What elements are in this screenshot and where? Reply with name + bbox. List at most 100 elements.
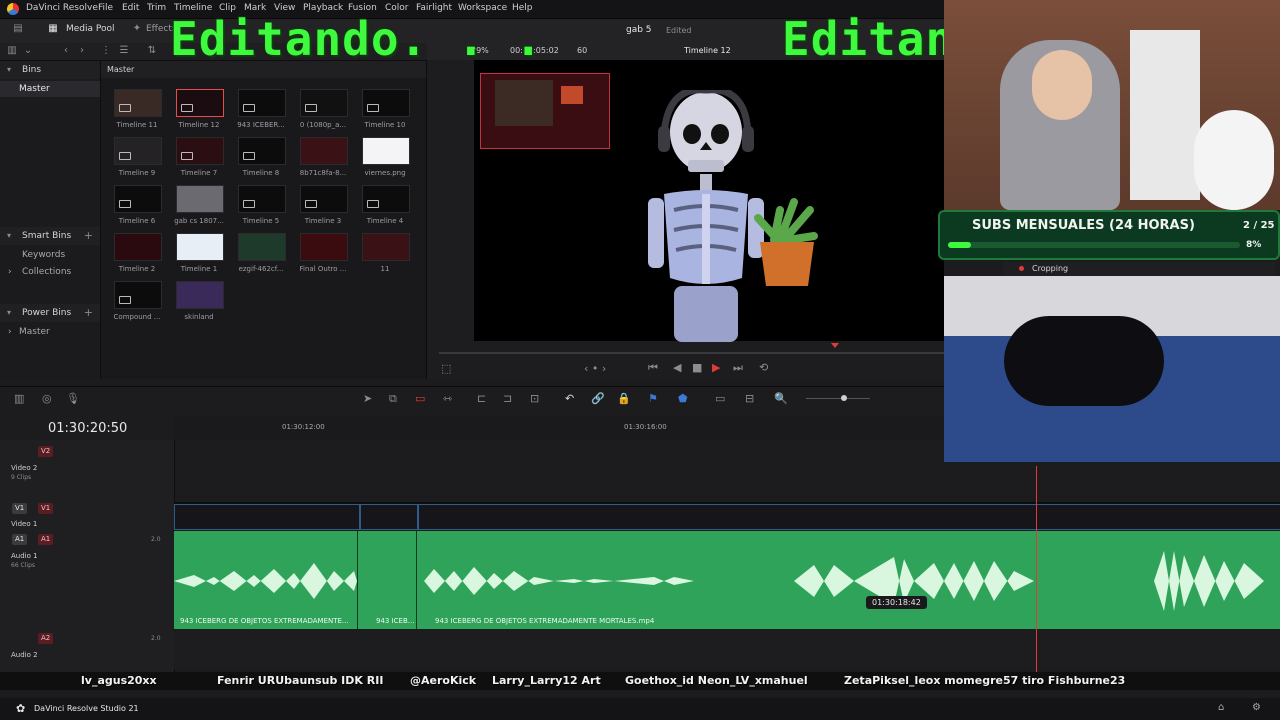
home-icon[interactable]: ⌂ — [1218, 702, 1224, 713]
clip-thumbnail[interactable] — [238, 233, 286, 261]
video-clip[interactable] — [360, 504, 418, 530]
chevron-down-icon[interactable]: ⌄ — [22, 45, 34, 57]
clip-thumbnail[interactable] — [362, 137, 410, 165]
go-to-end-icon[interactable]: ⏭ — [733, 361, 743, 375]
list-view-icon[interactable]: ☰ — [118, 45, 130, 57]
track-a2-badge[interactable]: A2 — [38, 633, 54, 644]
media-pool-clip[interactable]: Timeline 10 — [359, 89, 411, 129]
bins-header[interactable]: ▾ Bins — [0, 61, 100, 79]
clip-thumbnail[interactable] — [362, 185, 410, 213]
overwrite-clip-icon[interactable]: ⊐ — [503, 392, 512, 405]
add-power-bin-icon[interactable]: + — [84, 306, 93, 319]
layout-icon[interactable]: ▤ — [12, 23, 24, 35]
insert-clip-icon[interactable]: ⊏ — [477, 392, 486, 405]
video-clip[interactable] — [418, 504, 1280, 530]
power-bins-header[interactable]: ▾ Power Bins + — [0, 304, 100, 322]
smart-bins-header[interactable]: ▾ Smart Bins + — [0, 227, 100, 245]
track-a1-badge[interactable]: A1 — [38, 534, 54, 545]
clip-thumbnail[interactable] — [238, 89, 286, 117]
media-pool-clip[interactable]: Timeline 9 — [111, 137, 163, 177]
media-pool-clip[interactable]: Timeline 7 — [173, 137, 225, 177]
clip-thumbnail[interactable] — [114, 233, 162, 261]
taskbar-app-label[interactable]: DaVinci Resolve Studio 21 — [34, 704, 139, 713]
bin-collections-chevron-icon[interactable]: › — [8, 267, 12, 277]
track-v1-source-badge[interactable]: V1 — [12, 503, 28, 514]
clip-thumbnail[interactable] — [300, 89, 348, 117]
zoom-slider-knob[interactable] — [841, 395, 847, 401]
effects-icon[interactable]: ✦ — [131, 23, 143, 35]
media-pool-clip[interactable]: skinland — [173, 281, 225, 321]
sort-icon[interactable]: ⇅ — [146, 45, 158, 57]
menu-file[interactable]: File — [98, 3, 113, 13]
track-a1-source-badge[interactable]: A1 — [12, 534, 28, 545]
zoom-fit-icon[interactable]: ▭ — [715, 392, 725, 405]
microphone-icon[interactable]: 🎙 — [66, 392, 80, 405]
menu-edit[interactable]: Edit — [122, 3, 139, 13]
audio-mixer-icon[interactable]: ▥ — [14, 392, 24, 405]
clip-thumbnail[interactable] — [176, 137, 224, 165]
bin-collections[interactable]: Collections — [22, 267, 71, 277]
play-icon[interactable]: ▶ — [712, 361, 720, 374]
add-smart-bin-icon[interactable]: + — [84, 229, 93, 242]
media-pool-clip[interactable]: Timeline 6 — [111, 185, 163, 225]
media-pool-button[interactable]: Media Pool — [66, 24, 115, 34]
media-pool-clip[interactable]: Final Outro ... — [297, 233, 349, 273]
clip-thumbnail[interactable] — [238, 137, 286, 165]
media-pool-clip[interactable]: Timeline 5 — [235, 185, 287, 225]
snapping-icon[interactable]: ↶ — [565, 392, 574, 405]
zoom-detail-icon[interactable]: ⊟ — [745, 392, 754, 405]
clip-thumbnail[interactable] — [114, 281, 162, 309]
media-pool-clip[interactable]: 943 ICEBER... — [235, 89, 287, 129]
zoom-custom-icon[interactable]: 🔍 — [774, 392, 788, 405]
clip-thumbnail[interactable] — [176, 185, 224, 213]
clip-thumbnail[interactable] — [176, 89, 224, 117]
loop-icon[interactable]: ⟲ — [759, 361, 768, 374]
forward-icon[interactable]: › — [76, 45, 88, 57]
settings-gear-icon[interactable]: ⚙ — [1252, 702, 1261, 713]
linked-selection-icon[interactable]: 🔗 — [591, 392, 605, 405]
media-pool-clip[interactable]: 11 — [359, 233, 411, 273]
clip-thumbnail[interactable] — [114, 89, 162, 117]
trim-tool-icon[interactable]: ⧉ — [389, 392, 397, 406]
grid-view-icon[interactable]: ⋮ — [100, 45, 112, 57]
selection-tool-icon[interactable]: ➤ — [363, 392, 372, 405]
media-pool-clip[interactable]: viernes.png — [359, 137, 411, 177]
media-pool-clip[interactable]: 0 (1080p_a... — [297, 89, 349, 129]
video-preview[interactable] — [474, 60, 944, 342]
track-v1-badge[interactable]: V1 — [38, 503, 54, 514]
media-pool-clip[interactable]: 8b71c8fa-8... — [297, 137, 349, 177]
scrub-bar[interactable] — [439, 352, 944, 354]
clip-thumbnail[interactable] — [176, 281, 224, 309]
video-track-1[interactable] — [174, 502, 1280, 530]
clip-thumbnail[interactable] — [362, 89, 410, 117]
crop-tool-icon[interactable]: ⬚ — [441, 362, 451, 375]
clip-thumbnail[interactable] — [176, 233, 224, 261]
clip-thumbnail[interactable] — [114, 137, 162, 165]
bin-master-row[interactable]: Master — [0, 81, 100, 97]
panel-toggle-icon[interactable]: ▥ — [6, 45, 18, 57]
track-v2-badge[interactable]: V2 — [38, 446, 54, 457]
media-pool-icon[interactable]: ▦ — [47, 23, 59, 35]
marker-icon[interactable]: ⬟ — [678, 392, 688, 405]
clip-thumbnail[interactable] — [114, 185, 162, 213]
media-pool-clip[interactable]: Timeline 11 — [111, 89, 163, 129]
stop-icon[interactable]: ■ — [692, 361, 702, 374]
media-pool-clip[interactable]: Timeline 8 — [235, 137, 287, 177]
go-to-start-icon[interactable]: ⏮ — [648, 361, 658, 375]
lock-icon[interactable]: 🔒 — [617, 392, 631, 405]
resolve-app-icon[interactable]: ✿ — [16, 702, 25, 715]
clip-thumbnail[interactable] — [300, 233, 348, 261]
media-pool-clip[interactable]: Timeline 4 — [359, 185, 411, 225]
media-pool-clip[interactable]: gab cs 1807... — [173, 185, 225, 225]
clip-thumbnail[interactable] — [362, 233, 410, 261]
clip-thumbnail[interactable] — [300, 137, 348, 165]
media-pool-clip[interactable]: ezgif-462cf... — [235, 233, 287, 273]
video-clip[interactable] — [174, 504, 360, 530]
power-bin-master[interactable]: Master — [19, 327, 50, 337]
clip-thumbnail[interactable] — [300, 185, 348, 213]
clip-thumbnail[interactable] — [238, 185, 286, 213]
bin-keywords[interactable]: Keywords — [22, 250, 65, 260]
play-reverse-icon[interactable]: ◀ — [673, 361, 681, 374]
media-pool-clip[interactable]: Timeline 3 — [297, 185, 349, 225]
audio-track-2[interactable] — [174, 631, 1280, 669]
